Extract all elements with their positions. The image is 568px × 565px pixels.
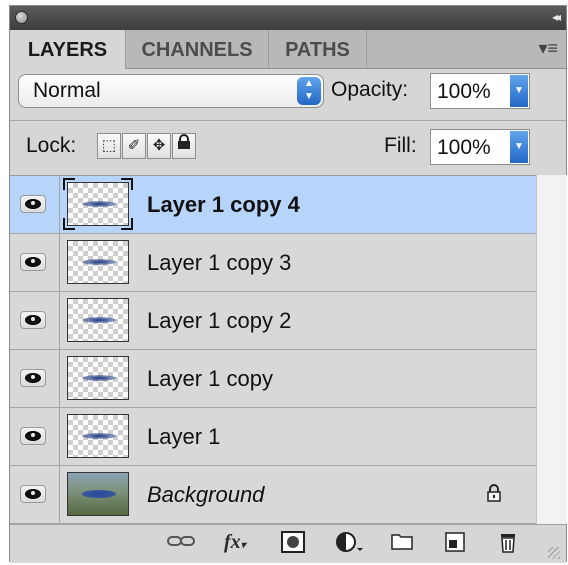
layer-thumbnail	[67, 414, 129, 458]
chevron-down-icon[interactable]: ▼	[510, 75, 528, 107]
chevron-down-icon[interactable]: ▼	[510, 131, 528, 163]
lock-all-icon[interactable]	[172, 133, 196, 159]
visibility-cell[interactable]	[10, 176, 60, 233]
layer-thumbnail	[67, 356, 129, 400]
visibility-cell[interactable]	[10, 292, 60, 349]
eye-icon[interactable]	[20, 253, 46, 271]
layer-thumbnail	[67, 298, 129, 342]
trash-icon[interactable]	[498, 531, 518, 558]
adjustment-icon[interactable]	[335, 531, 365, 558]
tab-paths[interactable]: PATHS	[269, 30, 367, 68]
layer-row[interactable]: Layer 1 copy 3	[10, 234, 536, 292]
panel-footer: fx▾	[10, 524, 566, 563]
opacity-field[interactable]: 100% ▼	[430, 73, 530, 109]
lock-position-icon[interactable]: ✥	[147, 133, 171, 159]
layer-name: Layer 1 copy 2	[147, 308, 292, 333]
select-arrows-icon: ▲ ▼	[297, 77, 321, 105]
layer-name: Layer 1 copy 3	[147, 250, 292, 275]
collapse-icon[interactable]: ◂◂	[552, 10, 561, 24]
opacity-value: 100%	[437, 80, 491, 103]
resize-grip-icon[interactable]	[548, 547, 560, 559]
layer-row[interactable]: Background	[10, 466, 536, 524]
tab-layers[interactable]: LAYERS	[10, 30, 126, 69]
thumbnail-selection-frame	[63, 178, 133, 230]
lock-icon	[487, 484, 501, 502]
new-layer-icon[interactable]	[444, 531, 466, 558]
fx-icon[interactable]: fx▾	[224, 531, 246, 554]
visibility-cell[interactable]	[10, 350, 60, 407]
scrollbar[interactable]	[536, 175, 567, 524]
divider	[10, 120, 566, 121]
tab-bar: LAYERS CHANNELS PATHS ▾≡	[10, 30, 566, 69]
eye-icon[interactable]	[20, 485, 46, 503]
lock-label: Lock:	[26, 134, 77, 157]
fill-field[interactable]: 100% ▼	[430, 129, 530, 165]
visibility-cell[interactable]	[10, 408, 60, 465]
tab-channels[interactable]: CHANNELS	[126, 30, 269, 68]
panel-menu-icon[interactable]: ▾≡	[538, 38, 558, 59]
background-thumbnail	[67, 472, 129, 516]
opacity-label: Opacity:	[331, 78, 409, 101]
mask-icon[interactable]	[281, 531, 305, 558]
lock-brush-icon[interactable]: ✐	[122, 133, 146, 159]
layer-name: Layer 1 copy	[147, 366, 273, 391]
layer-thumbnail	[67, 240, 129, 284]
layer-name: Background	[147, 482, 265, 507]
fill-value: 100%	[437, 136, 491, 159]
folder-icon[interactable]	[390, 531, 414, 556]
layer-row[interactable]: Layer 1 copy 2	[10, 292, 536, 350]
layer-name: Layer 1 copy 4	[147, 192, 300, 217]
visibility-cell[interactable]	[10, 234, 60, 291]
layers-panel: ◂◂ LAYERS CHANNELS PATHS ▾≡ Normal ▲ ▼ Op…	[9, 5, 567, 563]
eye-icon[interactable]	[20, 369, 46, 387]
visibility-cell[interactable]	[10, 466, 60, 523]
eye-icon[interactable]	[20, 427, 46, 445]
layer-name: Layer 1	[147, 424, 221, 449]
lock-transparency-icon[interactable]: ⬚	[97, 133, 121, 159]
close-icon[interactable]	[15, 11, 28, 24]
layer-list: Layer 1 copy 4 Layer 1 copy 3 Layer 1 co…	[10, 175, 536, 525]
layer-row[interactable]: Layer 1 copy	[10, 350, 536, 408]
eye-icon[interactable]	[20, 311, 46, 329]
blend-mode-value: Normal	[33, 79, 101, 102]
eye-icon[interactable]	[20, 195, 46, 213]
layer-row[interactable]: Layer 1 copy 4	[10, 176, 536, 234]
layer-row[interactable]: Layer 1	[10, 408, 536, 466]
link-icon[interactable]	[166, 531, 196, 556]
panel-titlebar: ◂◂	[10, 6, 566, 30]
blend-mode-select[interactable]: Normal ▲ ▼	[18, 74, 324, 108]
fill-label: Fill:	[384, 134, 417, 157]
